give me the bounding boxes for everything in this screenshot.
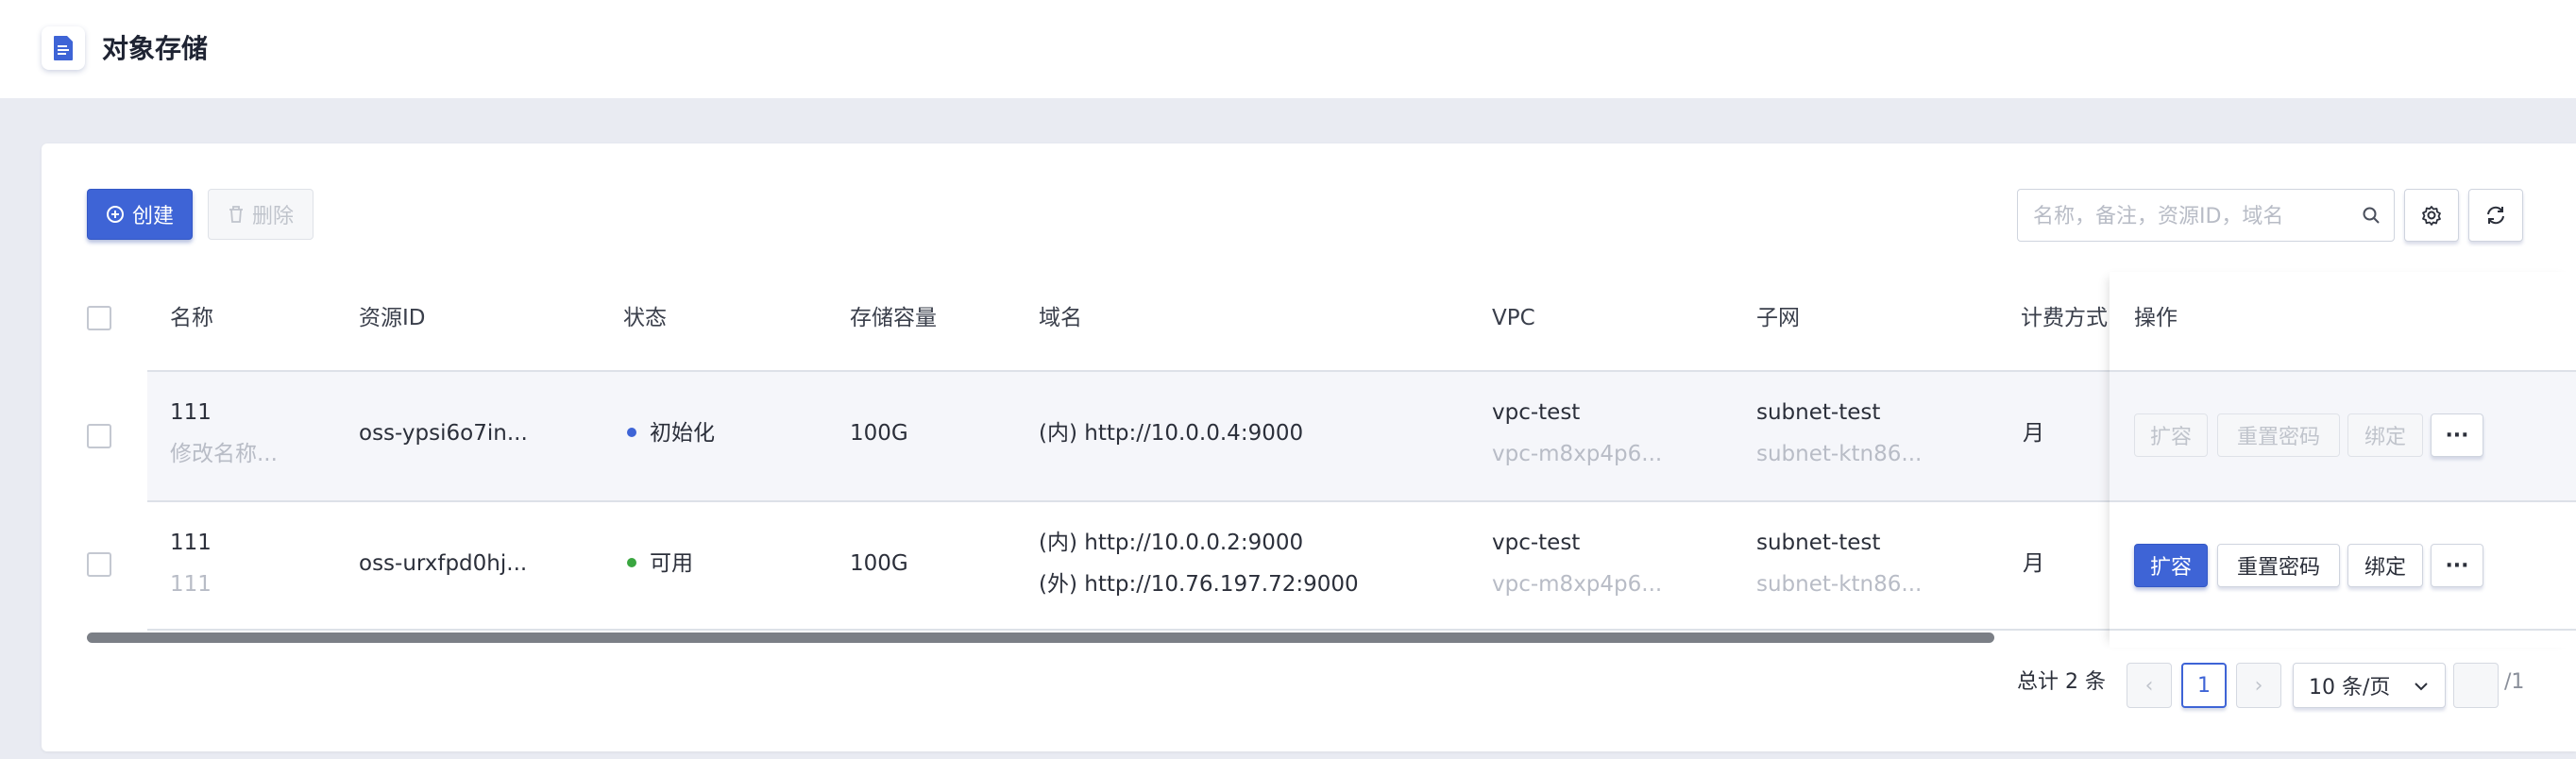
row-vpc: vpc-test [1492,400,1581,425]
page-jump-input[interactable] [2453,663,2499,708]
chevron-down-icon [2413,677,2430,700]
total-count: 总计 2 条 [2017,670,2106,694]
search-icon[interactable] [2362,206,2381,228]
row-vpc-id: vpc-m8xp4p6... [1492,442,1663,466]
reset-password-button[interactable]: 重置密码 [2217,413,2340,457]
column-header-vpc: VPC [1492,306,1535,330]
bind-button[interactable]: 绑定 [2347,413,2423,457]
column-header-resource-id: 资源ID [359,306,426,330]
expand-button[interactable]: 扩容 [2134,413,2208,457]
refresh-icon [2487,206,2504,225]
bind-button[interactable]: 绑定 [2347,544,2423,587]
settings-button[interactable] [2404,189,2459,242]
status-dot [627,427,636,437]
row-name: 111 [170,531,212,555]
page-number-button[interactable]: 1 [2181,663,2227,708]
column-header-capacity: 存储容量 [850,306,937,330]
row-checkbox[interactable] [87,552,111,577]
create-button-label: 创建 [131,205,174,228]
search-box [2017,189,2395,242]
main-card: 创建 删除 名称 资源ID 状态 存储容量 域名 VPC 子网 计费方式 操作 [42,143,2576,751]
row-subnet: subnet-test [1756,531,1881,555]
row-domain-inner: (内) http://10.0.0.2:9000 [1039,531,1304,555]
row-capacity: 100G [850,551,908,576]
document-icon [54,36,73,60]
trash-icon [228,205,245,224]
more-actions-button[interactable]: ··· [2431,544,2483,587]
status-dot [627,557,636,567]
gear-icon [2422,206,2441,226]
next-page-button[interactable]: › [2236,663,2281,708]
row-subnet: subnet-test [1756,400,1881,425]
column-header-subnet: 子网 [1756,306,1800,330]
select-all-checkbox[interactable] [87,306,111,330]
row-resource-id[interactable]: oss-urxfpd0hj... [359,549,527,578]
page-size-select[interactable]: 10 条/页 [2293,663,2446,708]
row-capacity: 100G [850,421,908,446]
top-bar: 对象存储 [0,0,2576,98]
row-vpc-id: vpc-m8xp4p6... [1492,572,1663,597]
delete-button[interactable]: 删除 [208,189,314,240]
prev-page-button[interactable]: ‹ [2127,663,2172,708]
search-input[interactable] [2031,199,2347,233]
row-subnet-id: subnet-ktn86... [1756,572,1923,597]
row-remark[interactable]: 修改名称... [170,440,278,468]
refresh-button[interactable] [2468,189,2523,242]
delete-button-label: 删除 [251,205,294,228]
horizontal-scrollbar[interactable] [87,632,1994,643]
row-status-label: 初始化 [650,421,715,446]
row-resource-id[interactable]: oss-ypsi6o7in... [359,419,528,447]
actions-column [2110,272,2576,648]
row-status-label: 可用 [650,551,693,576]
page-size-value: 10 条/页 [2309,676,2391,700]
row-status: 初始化 [627,419,715,447]
row-domain-outer: (外) http://10.76.197.72:9000 [1039,572,1359,597]
row-billing: 月 [2023,551,2044,576]
expand-button[interactable]: 扩容 [2134,544,2208,587]
row-subnet-id: subnet-ktn86... [1756,442,1923,466]
column-header-domain: 域名 [1039,306,1082,330]
row-checkbox[interactable] [87,424,111,448]
plus-circle-icon [106,205,125,224]
row-billing: 月 [2023,421,2044,446]
row-remark[interactable]: 111 [170,570,212,599]
row-vpc: vpc-test [1492,531,1581,555]
total-pages: /1 [2504,670,2525,694]
column-header-billing: 计费方式 [2021,306,2108,330]
column-header-name: 名称 [170,306,213,330]
page-title: 对象存储 [102,33,209,64]
column-header-status: 状态 [623,306,667,330]
reset-password-button[interactable]: 重置密码 [2217,544,2340,587]
row-domain-inner: (内) http://10.0.0.4:9000 [1039,421,1304,446]
more-actions-button[interactable]: ··· [2431,413,2483,457]
product-logo [42,26,85,70]
row-name: 111 [170,400,212,425]
create-button[interactable]: 创建 [87,189,193,240]
row-status: 可用 [627,549,693,578]
